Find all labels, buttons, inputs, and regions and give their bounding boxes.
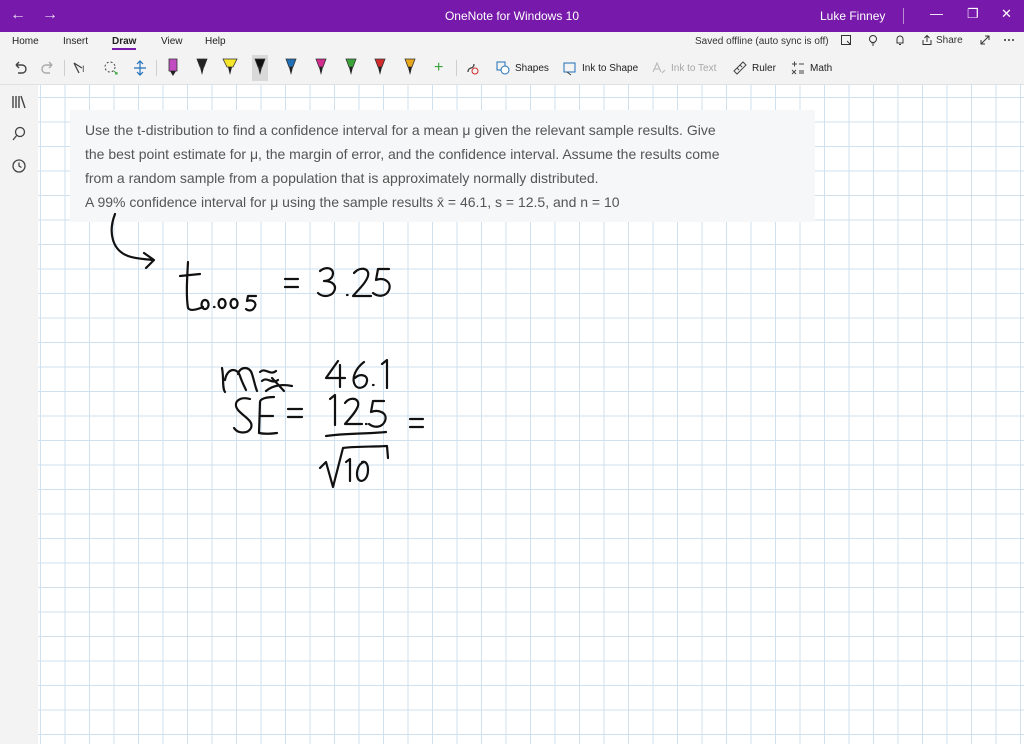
handwriting-ink-layer bbox=[110, 212, 425, 489]
ink-t-critical-value bbox=[178, 260, 391, 312]
ink-standard-error bbox=[232, 393, 425, 489]
ink-arrow bbox=[110, 212, 156, 270]
ink-mean-estimate bbox=[220, 358, 389, 394]
